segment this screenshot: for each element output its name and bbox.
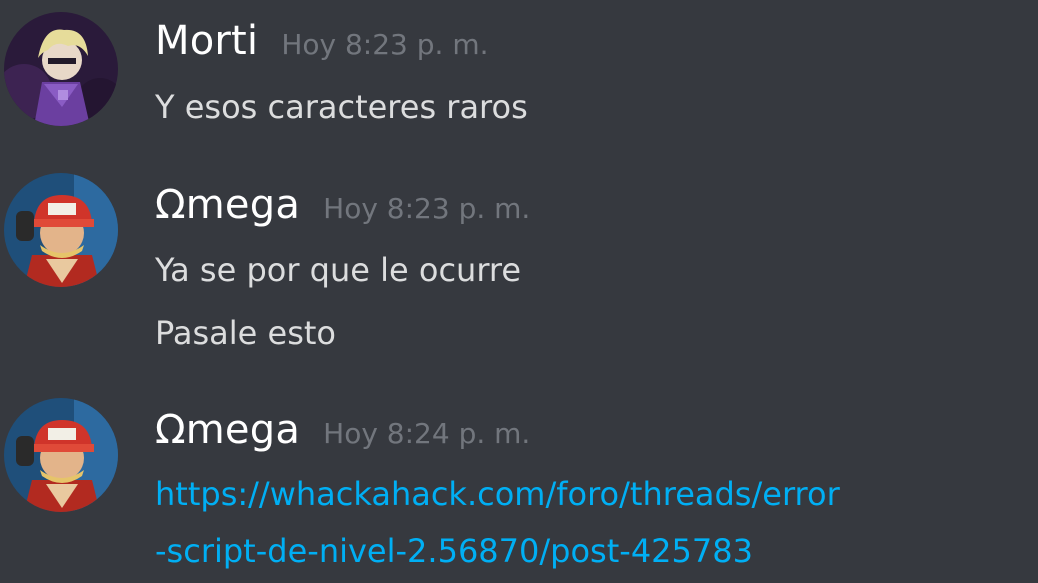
red-cap-fighter-avatar-icon	[4, 398, 118, 512]
message-header: Ωmega Hoy 8:23 p. m.	[155, 182, 530, 228]
message-link[interactable]: -script-de-nivel-2.56870/post-425783	[155, 532, 753, 570]
timestamp: Hoy 8:23 p. m.	[281, 28, 489, 61]
message-text: Pasale esto	[155, 314, 336, 352]
timestamp: Hoy 8:24 p. m.	[323, 417, 531, 450]
message-link[interactable]: https://whackahack.com/foro/threads/erro…	[155, 475, 840, 513]
dark-haired-character-avatar-icon	[4, 12, 118, 126]
timestamp: Hoy 8:23 p. m.	[323, 192, 531, 225]
avatar[interactable]	[4, 173, 118, 287]
username[interactable]: Ωmega	[155, 182, 300, 228]
message-header: Morti Hoy 8:23 p. m.	[155, 18, 489, 64]
message-link-text[interactable]: https://whackahack.com/foro/threads/erro…	[155, 475, 840, 513]
message-header: Ωmega Hoy 8:24 p. m.	[155, 407, 530, 453]
red-cap-fighter-avatar-icon	[4, 173, 118, 287]
username[interactable]: Ωmega	[155, 407, 300, 453]
message-text: Y esos caracteres raros	[155, 88, 528, 126]
username[interactable]: Morti	[155, 18, 258, 64]
avatar[interactable]	[4, 398, 118, 512]
message-text: Ya se por que le ocurre	[155, 251, 522, 289]
avatar[interactable]	[4, 12, 118, 126]
message-link-text[interactable]: -script-de-nivel-2.56870/post-425783	[155, 532, 753, 570]
